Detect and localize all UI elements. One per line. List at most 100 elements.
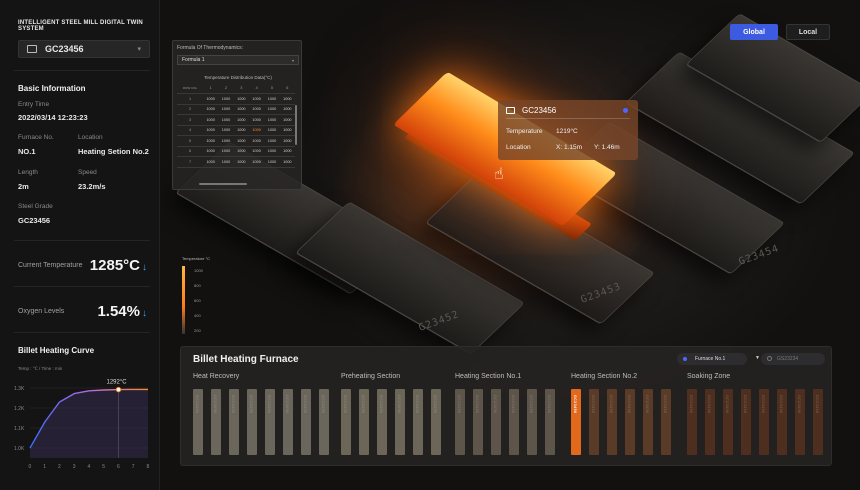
table-cell[interactable]: 1000: [248, 156, 265, 168]
table-cell[interactable]: 1000: [279, 93, 295, 105]
slot-label: GC23456: [797, 395, 801, 414]
furnace-slot[interactable]: GC23456: [455, 389, 465, 455]
furnace-slot[interactable]: GC23456: [813, 389, 823, 455]
local-view-button[interactable]: Local: [786, 24, 830, 40]
table-cell[interactable]: 1000: [279, 114, 295, 126]
furnace-slot[interactable]: GC23456: [643, 389, 653, 455]
vertical-scrollbar[interactable]: [295, 105, 297, 145]
table-cell[interactable]: 1000: [279, 156, 295, 168]
furnace-slot[interactable]: GC23456: [247, 389, 257, 455]
table-cell[interactable]: 1000: [233, 125, 249, 136]
caret-down-icon[interactable]: ▼: [755, 355, 760, 361]
furnace-slot[interactable]: GC23456: [705, 389, 715, 455]
table-cell[interactable]: 1000: [279, 135, 295, 147]
table-cell[interactable]: 1000: [218, 125, 234, 136]
billet-selector[interactable]: GC23456 ▾: [18, 40, 150, 58]
table-cell[interactable]: 1000: [218, 135, 234, 147]
curve-marker[interactable]: [115, 386, 122, 393]
furnace-slot[interactable]: GC23456: [589, 389, 599, 455]
table-cell[interactable]: 1000: [279, 146, 295, 157]
furnace-slot[interactable]: GC23456: [759, 389, 769, 455]
chevron-down-icon: ▾: [137, 46, 141, 53]
horizontal-scrollbar[interactable]: [199, 183, 247, 185]
table-cell[interactable]: 1000: [218, 93, 234, 105]
furnace-slot[interactable]: GC23456: [319, 389, 329, 455]
furnace-select[interactable]: Furnace No.1: [677, 353, 747, 365]
furnace-slot[interactable]: GC23456: [431, 389, 441, 455]
furnace-slot[interactable]: GC23456: [723, 389, 733, 455]
table-cell[interactable]: 1000: [264, 93, 280, 105]
search-icon: [767, 356, 772, 361]
table-cell[interactable]: 1000: [279, 104, 295, 115]
table-cell[interactable]: 1000: [248, 104, 265, 115]
furnace-slot[interactable]: GC23456: [661, 389, 671, 455]
table-cell[interactable]: 1000: [233, 104, 249, 115]
table-cell[interactable]: 1000: [203, 135, 219, 147]
table-cell[interactable]: 1000: [233, 156, 249, 168]
furnace-slot[interactable]: GC23456: [509, 389, 519, 455]
table-cell[interactable]: 1000: [233, 93, 249, 105]
furnace-slot[interactable]: GC23456: [413, 389, 423, 455]
furnace-slot[interactable]: GC23456: [283, 389, 293, 455]
furnace-slot[interactable]: GC23456: [571, 389, 581, 455]
table-cell[interactable]: 1000: [264, 156, 280, 168]
table-cell[interactable]: 1000: [218, 146, 234, 157]
table-cell[interactable]: 1000: [203, 114, 219, 126]
slot-label: GC23456: [529, 395, 533, 414]
furnace-slot[interactable]: GC23456: [377, 389, 387, 455]
legend-title: Temperature °C: [182, 256, 211, 261]
furnace-slot[interactable]: GC23456: [395, 389, 405, 455]
slot-label: GC23456: [547, 395, 551, 414]
table-cell[interactable]: 1000: [264, 146, 280, 157]
furnace-slot[interactable]: GC23456: [265, 389, 275, 455]
curve-area: [30, 389, 148, 458]
furnace-slot[interactable]: GC23456: [625, 389, 635, 455]
slot-label: GC23456: [361, 395, 365, 414]
table-cell[interactable]: 1000: [264, 125, 280, 136]
table-cell[interactable]: 1000: [203, 104, 219, 115]
billet-search-input[interactable]: GS23234: [761, 353, 825, 365]
table-cell[interactable]: 1000: [264, 114, 280, 126]
table-cell[interactable]: 1000: [233, 146, 249, 157]
furnace-slot[interactable]: GC23456: [607, 389, 617, 455]
table-cell[interactable]: 1000: [203, 125, 219, 136]
table-cell[interactable]: 1000: [248, 146, 265, 157]
table-cell[interactable]: 1000: [264, 135, 280, 147]
grade-label: Steel Grade: [18, 203, 53, 210]
table-row: 1 1000 1000 1000 1000 1000 1000: [177, 93, 295, 105]
furnace-slot[interactable]: GC23456: [687, 389, 697, 455]
table-cell[interactable]: 1000: [203, 146, 219, 157]
slot-label: GC23456: [475, 395, 479, 414]
furnace-slot[interactable]: GC23456: [491, 389, 501, 455]
furnace-slot[interactable]: GC23456: [545, 389, 555, 455]
furnace-slot[interactable]: GC23456: [741, 389, 751, 455]
current-temp-value: 1285°C ↓: [89, 257, 147, 274]
furnace-slot[interactable]: GC23456: [795, 389, 805, 455]
table-cell[interactable]: 1000: [218, 114, 234, 126]
table-cell[interactable]: 1000: [233, 135, 249, 147]
tooltip-temp-value: 1219°C: [556, 128, 578, 135]
table-cell[interactable]: 1000: [248, 114, 265, 126]
furnace-slot[interactable]: GC23456: [229, 389, 239, 455]
table-cell[interactable]: 1000: [203, 156, 219, 168]
table-cell[interactable]: 1000: [233, 114, 249, 126]
table-cell[interactable]: 1000: [218, 104, 234, 115]
global-view-button[interactable]: Global: [730, 24, 778, 40]
table-cell[interactable]: 1000: [248, 135, 265, 147]
furnace-slot[interactable]: GC23456: [473, 389, 483, 455]
furnace-slot[interactable]: GC23456: [211, 389, 221, 455]
furnace-slot[interactable]: GC23456: [301, 389, 311, 455]
table-cell[interactable]: 1000: [248, 93, 265, 105]
table-cell[interactable]: 1000: [203, 93, 219, 105]
furnace-slot[interactable]: GC23456: [359, 389, 369, 455]
slot-label: GC23456: [213, 395, 217, 414]
furnace-slot[interactable]: GC23456: [341, 389, 351, 455]
furnace-slot[interactable]: GC23456: [527, 389, 537, 455]
table-cell[interactable]: 1000: [279, 125, 295, 136]
table-cell[interactable]: 1000: [248, 125, 265, 136]
table-cell[interactable]: 1000: [264, 104, 280, 115]
furnace-slot[interactable]: GC23456: [777, 389, 787, 455]
formula-select[interactable]: Formula 1 ▾: [177, 55, 299, 65]
furnace-slot[interactable]: GC23456: [193, 389, 203, 455]
table-cell[interactable]: 1000: [218, 156, 234, 168]
